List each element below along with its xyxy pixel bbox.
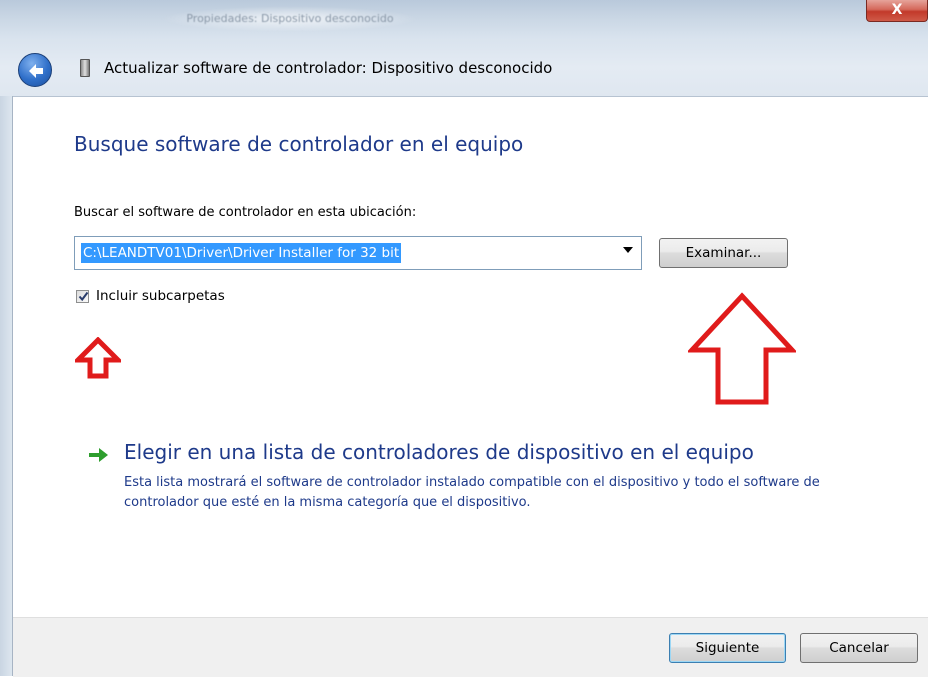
window-titlebar: Propiedades: Dispositivo desconocido X A… (0, 0, 928, 97)
wizard-footer (13, 617, 928, 677)
next-button[interactable]: Siguiente (669, 633, 786, 663)
cancel-button[interactable]: Cancelar (800, 633, 918, 663)
browse-button[interactable]: Examinar... (659, 238, 788, 268)
blurred-window-title: Propiedades: Dispositivo desconocido (160, 6, 420, 32)
include-subfolders-label[interactable]: Incluir subcarpetas (96, 288, 225, 304)
checkmark-icon (78, 291, 89, 302)
back-arrow-icon (29, 64, 43, 78)
back-button[interactable] (18, 53, 52, 87)
include-subfolders-checkbox[interactable] (76, 290, 89, 303)
location-combobox[interactable]: C:\LEANDTV01\Driver\Driver Installer for… (74, 236, 642, 270)
pick-from-list-link[interactable]: Elegir en una lista de controladores de … (124, 440, 754, 464)
location-input-value[interactable]: C:\LEANDTV01\Driver\Driver Installer for… (81, 243, 402, 263)
location-label: Buscar el software de controlador en est… (74, 205, 417, 220)
annotation-arrow-large-icon (688, 292, 796, 405)
close-button[interactable]: X (866, 0, 928, 22)
wizard-title: Actualizar software de controlador: Disp… (104, 59, 553, 77)
annotation-arrow-small-icon (75, 337, 121, 379)
device-icon (80, 59, 90, 77)
chevron-down-icon[interactable] (623, 247, 633, 253)
page-heading: Busque software de controlador en el equ… (74, 132, 524, 156)
pick-from-list-description: Esta lista mostrará el software de contr… (124, 475, 820, 510)
window-left-border (0, 96, 13, 676)
green-arrow-icon[interactable] (88, 446, 110, 464)
